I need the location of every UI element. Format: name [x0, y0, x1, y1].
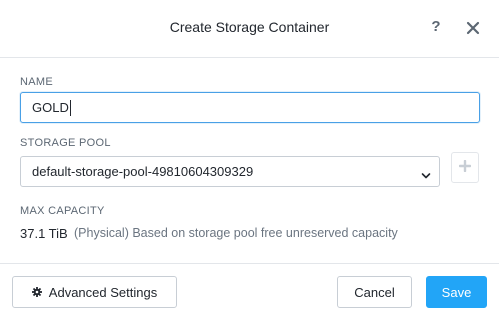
- dialog-title: Create Storage Container: [169, 19, 330, 35]
- name-input[interactable]: GOLD: [20, 92, 480, 123]
- storage-pool-label: STORAGE POOL: [20, 137, 111, 149]
- name-label: NAME: [20, 76, 53, 88]
- cancel-button[interactable]: Cancel: [337, 276, 412, 308]
- gear-icon: [31, 287, 42, 297]
- close-button[interactable]: [466, 21, 482, 37]
- create-storage-container-dialog: Create Storage Container ? NAME GOLD STO…: [0, 0, 499, 319]
- storage-pool-selected-value: default-storage-pool-49810604309329: [32, 164, 254, 179]
- max-capacity-description: (Physical) Based on storage pool free un…: [74, 226, 398, 240]
- save-button[interactable]: Save: [426, 276, 487, 308]
- help-button[interactable]: ?: [429, 18, 443, 38]
- chevron-down-icon: [421, 168, 431, 179]
- text-caret: [69, 99, 71, 116]
- storage-pool-select[interactable]: default-storage-pool-49810604309329: [20, 156, 440, 187]
- name-input-value: GOLD: [32, 100, 69, 115]
- max-capacity-label: MAX CAPACITY: [20, 205, 105, 217]
- close-icon: [466, 21, 482, 35]
- plus-icon: [458, 159, 472, 177]
- max-capacity-value: 37.1 TiB: [20, 226, 68, 241]
- advanced-settings-label: Advanced Settings: [48, 284, 158, 300]
- dialog-header: Create Storage Container ?: [0, 0, 499, 58]
- dialog-footer: Advanced Settings Cancel Save: [0, 263, 499, 319]
- advanced-settings-button[interactable]: Advanced Settings: [12, 276, 177, 308]
- add-storage-pool-button[interactable]: [451, 152, 479, 183]
